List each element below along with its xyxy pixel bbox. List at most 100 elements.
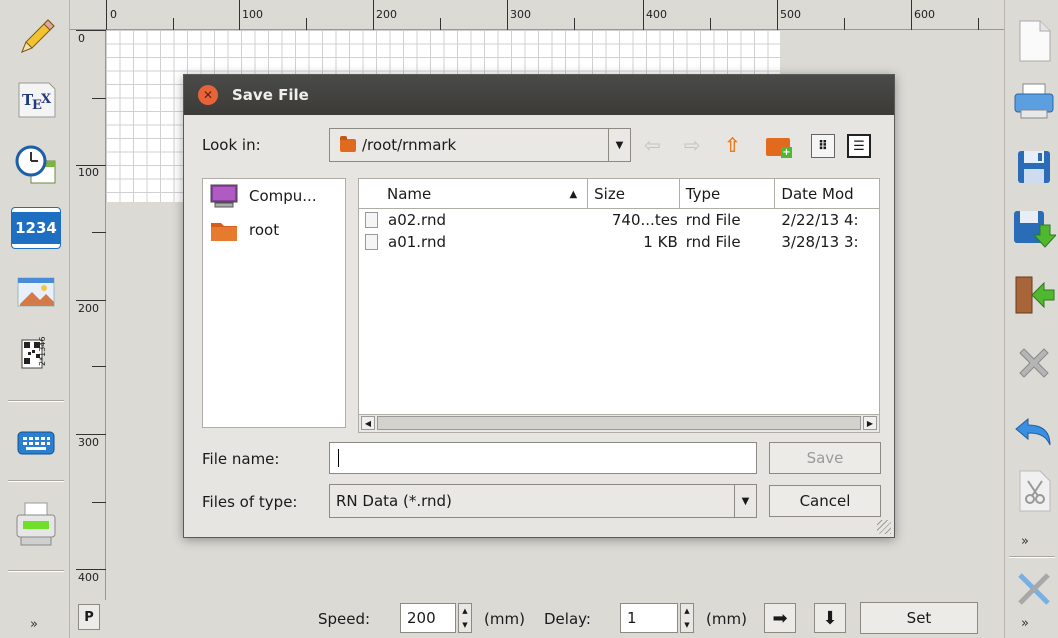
file-type: rnd File: [685, 233, 741, 251]
chevron-down-icon: ▼: [608, 129, 630, 161]
file-name-input[interactable]: [329, 442, 757, 474]
look-in-label: Look in:: [202, 136, 261, 154]
up-folder-icon[interactable]: ⇧: [724, 133, 741, 157]
chevron-down-icon[interactable]: »: [30, 617, 38, 632]
horizontal-scrollbar[interactable]: ◀ ▶: [359, 414, 879, 432]
new-file-icon[interactable]: [1011, 14, 1057, 68]
file-icon: [365, 212, 378, 228]
look-in-combo[interactable]: /root/rnmark ▼: [329, 128, 631, 162]
pencil-icon[interactable]: [8, 8, 64, 64]
counter-text: 1234: [11, 207, 61, 249]
file-list: Name ▲ Size Type Date Mod a02.rnd 740...…: [358, 178, 880, 433]
new-folder-icon[interactable]: +: [766, 138, 792, 158]
chevron-down-icon: ▼: [734, 485, 756, 517]
resize-grip[interactable]: [877, 520, 891, 534]
place-item-computer[interactable]: Compu...: [203, 179, 345, 213]
save-as-icon[interactable]: [1011, 202, 1057, 256]
chevron-down-icon[interactable]: »: [1021, 616, 1029, 631]
delay-stepper[interactable]: ▲ ▼: [680, 603, 694, 633]
save-icon[interactable]: [1011, 140, 1057, 194]
delay-input[interactable]: 1: [620, 603, 678, 633]
look-in-value: /root/rnmark: [362, 136, 457, 154]
clock-icon[interactable]: [8, 138, 64, 194]
scroll-thumb[interactable]: [377, 416, 861, 430]
arrow-down-button[interactable]: ⬇: [814, 603, 846, 633]
details-view-icon[interactable]: ☰: [847, 134, 871, 158]
keyboard-icon[interactable]: [8, 415, 64, 471]
column-header-date[interactable]: Date Mod: [775, 179, 879, 209]
files-of-type-label: Files of type:: [202, 493, 298, 511]
ruler-label: 300: [510, 8, 531, 21]
column-header-type[interactable]: Type: [680, 179, 776, 209]
file-row[interactable]: a01.rnd 1 KB rnd File 3/28/13 3:: [359, 231, 879, 253]
ruler-label: 200: [78, 302, 99, 315]
cut-icon[interactable]: [1011, 464, 1057, 518]
barcode-icon[interactable]: 2*1346: [8, 326, 64, 382]
dialog-title: Save File: [232, 86, 309, 104]
speed-stepper[interactable]: ▲ ▼: [458, 603, 472, 633]
file-name-label: File name:: [202, 450, 280, 468]
bottom-bar: P Speed: 200 ▲ ▼ (mm) Delay: 1 ▲ ▼ (mm) ➡ …: [70, 600, 1004, 638]
horizontal-ruler: 0 100 200 300 400 500 600: [70, 0, 1004, 30]
printer-icon[interactable]: [8, 496, 64, 552]
vertical-ruler: 0 100 200 300 400: [76, 30, 106, 600]
file-size: 740...tes: [611, 211, 678, 229]
ruler-label: 0: [78, 32, 85, 45]
ruler-label: 200: [376, 8, 397, 21]
delay-label: Delay:: [544, 610, 591, 628]
speed-label: Speed:: [318, 610, 371, 628]
undo-icon[interactable]: [1011, 404, 1057, 458]
places-panel: Compu... root: [202, 178, 346, 428]
speed-unit-label: (mm): [484, 610, 525, 628]
chevron-down-icon[interactable]: »: [1021, 534, 1029, 549]
files-of-type-select[interactable]: RN Data (*.rnd) ▼: [329, 484, 757, 518]
tex-icon[interactable]: TEX: [8, 72, 64, 128]
speed-input[interactable]: 200: [400, 603, 456, 633]
ruler-label: 600: [914, 8, 935, 21]
place-item-root[interactable]: root: [203, 213, 345, 247]
delete-icon[interactable]: [1011, 336, 1057, 390]
forward-icon[interactable]: ⇨: [684, 133, 701, 157]
delay-unit-label: (mm): [706, 610, 747, 628]
sort-ascending-icon: ▲: [569, 188, 578, 200]
column-header-name[interactable]: Name ▲: [359, 179, 589, 209]
svg-text:2*1346: 2*1346: [38, 337, 47, 366]
scroll-left-icon[interactable]: ◀: [361, 416, 375, 430]
file-size: 1 KB: [643, 233, 678, 251]
file-date: 2/22/13 4:: [781, 211, 859, 229]
ruler-label: 100: [78, 166, 99, 179]
left-toolbar: TEX 1234 2*1346 »: [0, 0, 70, 638]
print-icon[interactable]: [1011, 74, 1057, 128]
ruler-label: 500: [780, 8, 801, 21]
files-of-type-value: RN Data (*.rnd): [336, 492, 452, 510]
set-button[interactable]: Set: [860, 602, 978, 634]
scroll-right-icon[interactable]: ▶: [863, 416, 877, 430]
ruler-label: 0: [110, 8, 117, 21]
file-name: a01.rnd: [388, 233, 446, 251]
back-icon[interactable]: ⇦: [644, 133, 661, 157]
folder-icon: [340, 135, 356, 152]
tools-icon[interactable]: [1011, 566, 1057, 612]
folder-icon: [211, 223, 237, 241]
right-toolbar: » »: [1004, 0, 1058, 638]
arrow-right-icon: ➡: [772, 607, 788, 629]
ruler-label: 400: [646, 8, 667, 21]
file-date: 3/28/13 3:: [781, 233, 859, 251]
file-row[interactable]: a02.rnd 740...tes rnd File 2/22/13 4:: [359, 209, 879, 231]
counter-icon[interactable]: 1234: [8, 200, 64, 256]
place-label: Compu...: [249, 187, 317, 205]
column-header-size[interactable]: Size: [588, 179, 680, 209]
list-view-icon[interactable]: ⠿: [811, 134, 835, 158]
arrow-right-button[interactable]: ➡: [764, 603, 796, 633]
close-icon[interactable]: ✕: [198, 85, 218, 105]
cancel-button[interactable]: Cancel: [769, 485, 881, 517]
svg-text:X: X: [41, 92, 52, 107]
save-button[interactable]: Save: [769, 442, 881, 474]
image-icon[interactable]: [8, 264, 64, 320]
file-list-header: Name ▲ Size Type Date Mod: [359, 179, 879, 209]
exit-icon[interactable]: [1011, 268, 1057, 322]
p-button[interactable]: P: [78, 604, 100, 630]
computer-icon: [210, 184, 238, 208]
ruler-label: 300: [78, 436, 99, 449]
ruler-label: 100: [242, 8, 263, 21]
